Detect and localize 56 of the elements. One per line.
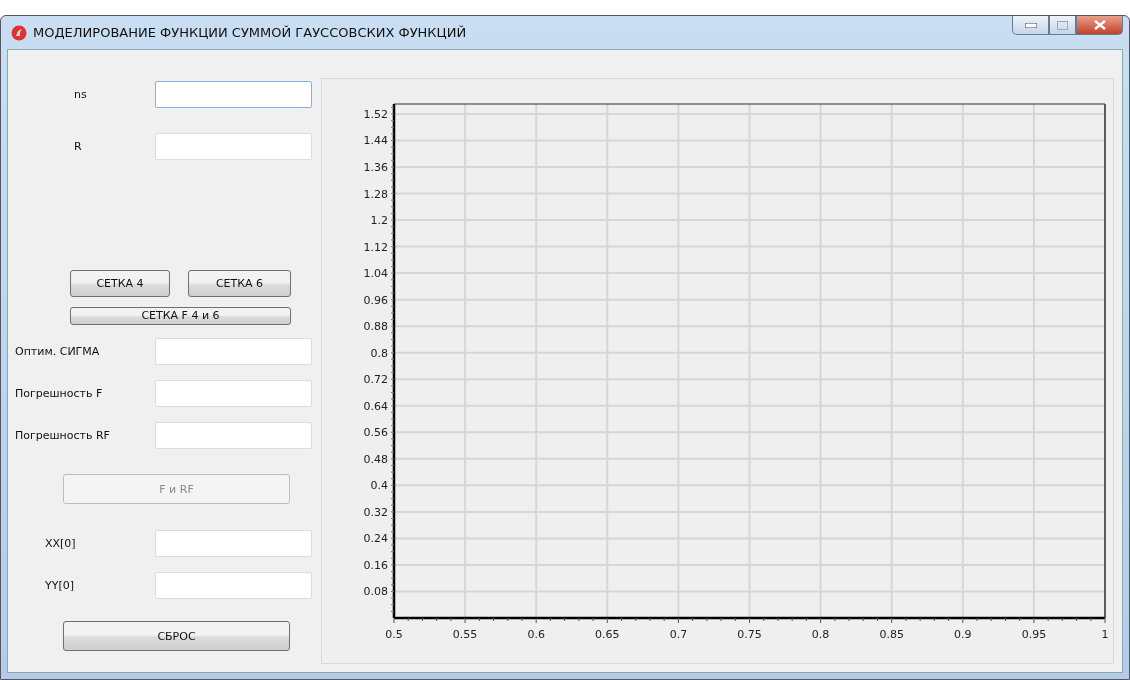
x-tick-label: 0.5: [385, 628, 403, 641]
x-tick-label: 0.95: [1021, 628, 1047, 641]
reset-button[interactable]: СБРОС: [63, 621, 290, 651]
close-button[interactable]: [1076, 16, 1123, 35]
field-label: ns: [73, 87, 88, 101]
field-label: Погрешность F: [14, 386, 104, 400]
y-tick-label: 0.56: [363, 426, 388, 440]
y-tick-label: 1.12: [363, 240, 388, 254]
y-tick-label: 1.28: [363, 187, 388, 201]
x-tick-label: 0.65: [595, 628, 620, 641]
y-tick-label: 0.96: [363, 293, 388, 307]
y-tick-label: 0.16: [363, 558, 388, 572]
y-tick-label: 0.64: [363, 399, 388, 413]
app-logo-icon: [11, 24, 27, 41]
x-tick-label: 0.8: [811, 628, 830, 641]
x-tick-label: 0.7: [669, 628, 688, 641]
field-label: R: [73, 139, 83, 153]
y-tick-label: 0.32: [363, 505, 388, 519]
y-tick-label: 0.24: [363, 532, 388, 546]
input-field[interactable]: [155, 421, 312, 449]
x-tick-label: 0.75: [737, 628, 762, 641]
y-tick-label: 0.72: [363, 373, 388, 387]
y-tick-label: 1.36: [363, 161, 388, 174]
y-tick-label: 1.52: [363, 107, 388, 121]
field-label: YY[0]: [44, 578, 76, 592]
y-tick-label: 0.88: [363, 320, 388, 334]
input-field[interactable]: [155, 571, 312, 599]
maximize-button[interactable]: [1049, 16, 1076, 35]
y-tick-label: 0.8: [370, 346, 388, 360]
y-tick-label: 1.2: [370, 214, 388, 228]
input-field[interactable]: [155, 80, 312, 108]
input-field[interactable]: [155, 529, 312, 557]
minimize-button[interactable]: [1012, 16, 1049, 35]
x-tick-label: 0.6: [527, 628, 545, 641]
input-field[interactable]: [155, 132, 312, 160]
minimize-icon: [1024, 22, 1037, 28]
field-label: XX[0]: [44, 536, 77, 550]
y-tick-label: 0.48: [363, 452, 388, 466]
window-title: МОДЕЛИРОВАНИЕ ФУНКЦИИ СУММОЙ ГАУССОВСКИХ ФУНКЦИЙ: [33, 25, 467, 40]
y-tick-label: 0.08: [363, 585, 388, 599]
grid-button[interactable]: СЕТКА 4: [70, 269, 170, 297]
x-tick-label: 1: [1101, 628, 1109, 641]
field-label: Оптим. СИГМА: [14, 344, 101, 358]
y-tick-label: 0.4: [370, 479, 388, 493]
field-label: Погрешность RF: [14, 428, 111, 442]
input-field[interactable]: [155, 379, 312, 407]
x-tick-label: 0.55: [452, 628, 478, 641]
y-tick-label: 1.44: [363, 134, 388, 148]
close-icon: [1093, 20, 1106, 30]
grid-button[interactable]: СЕТКА F 4 и 6: [70, 306, 291, 325]
input-field[interactable]: [155, 337, 312, 365]
grid-button[interactable]: СЕТКА 6: [188, 269, 291, 297]
y-tick-label: 1.04: [363, 267, 388, 281]
x-tick-label: 0.9: [954, 628, 972, 641]
maximize-icon: [1057, 20, 1068, 30]
x-tick-label: 0.85: [879, 628, 904, 641]
